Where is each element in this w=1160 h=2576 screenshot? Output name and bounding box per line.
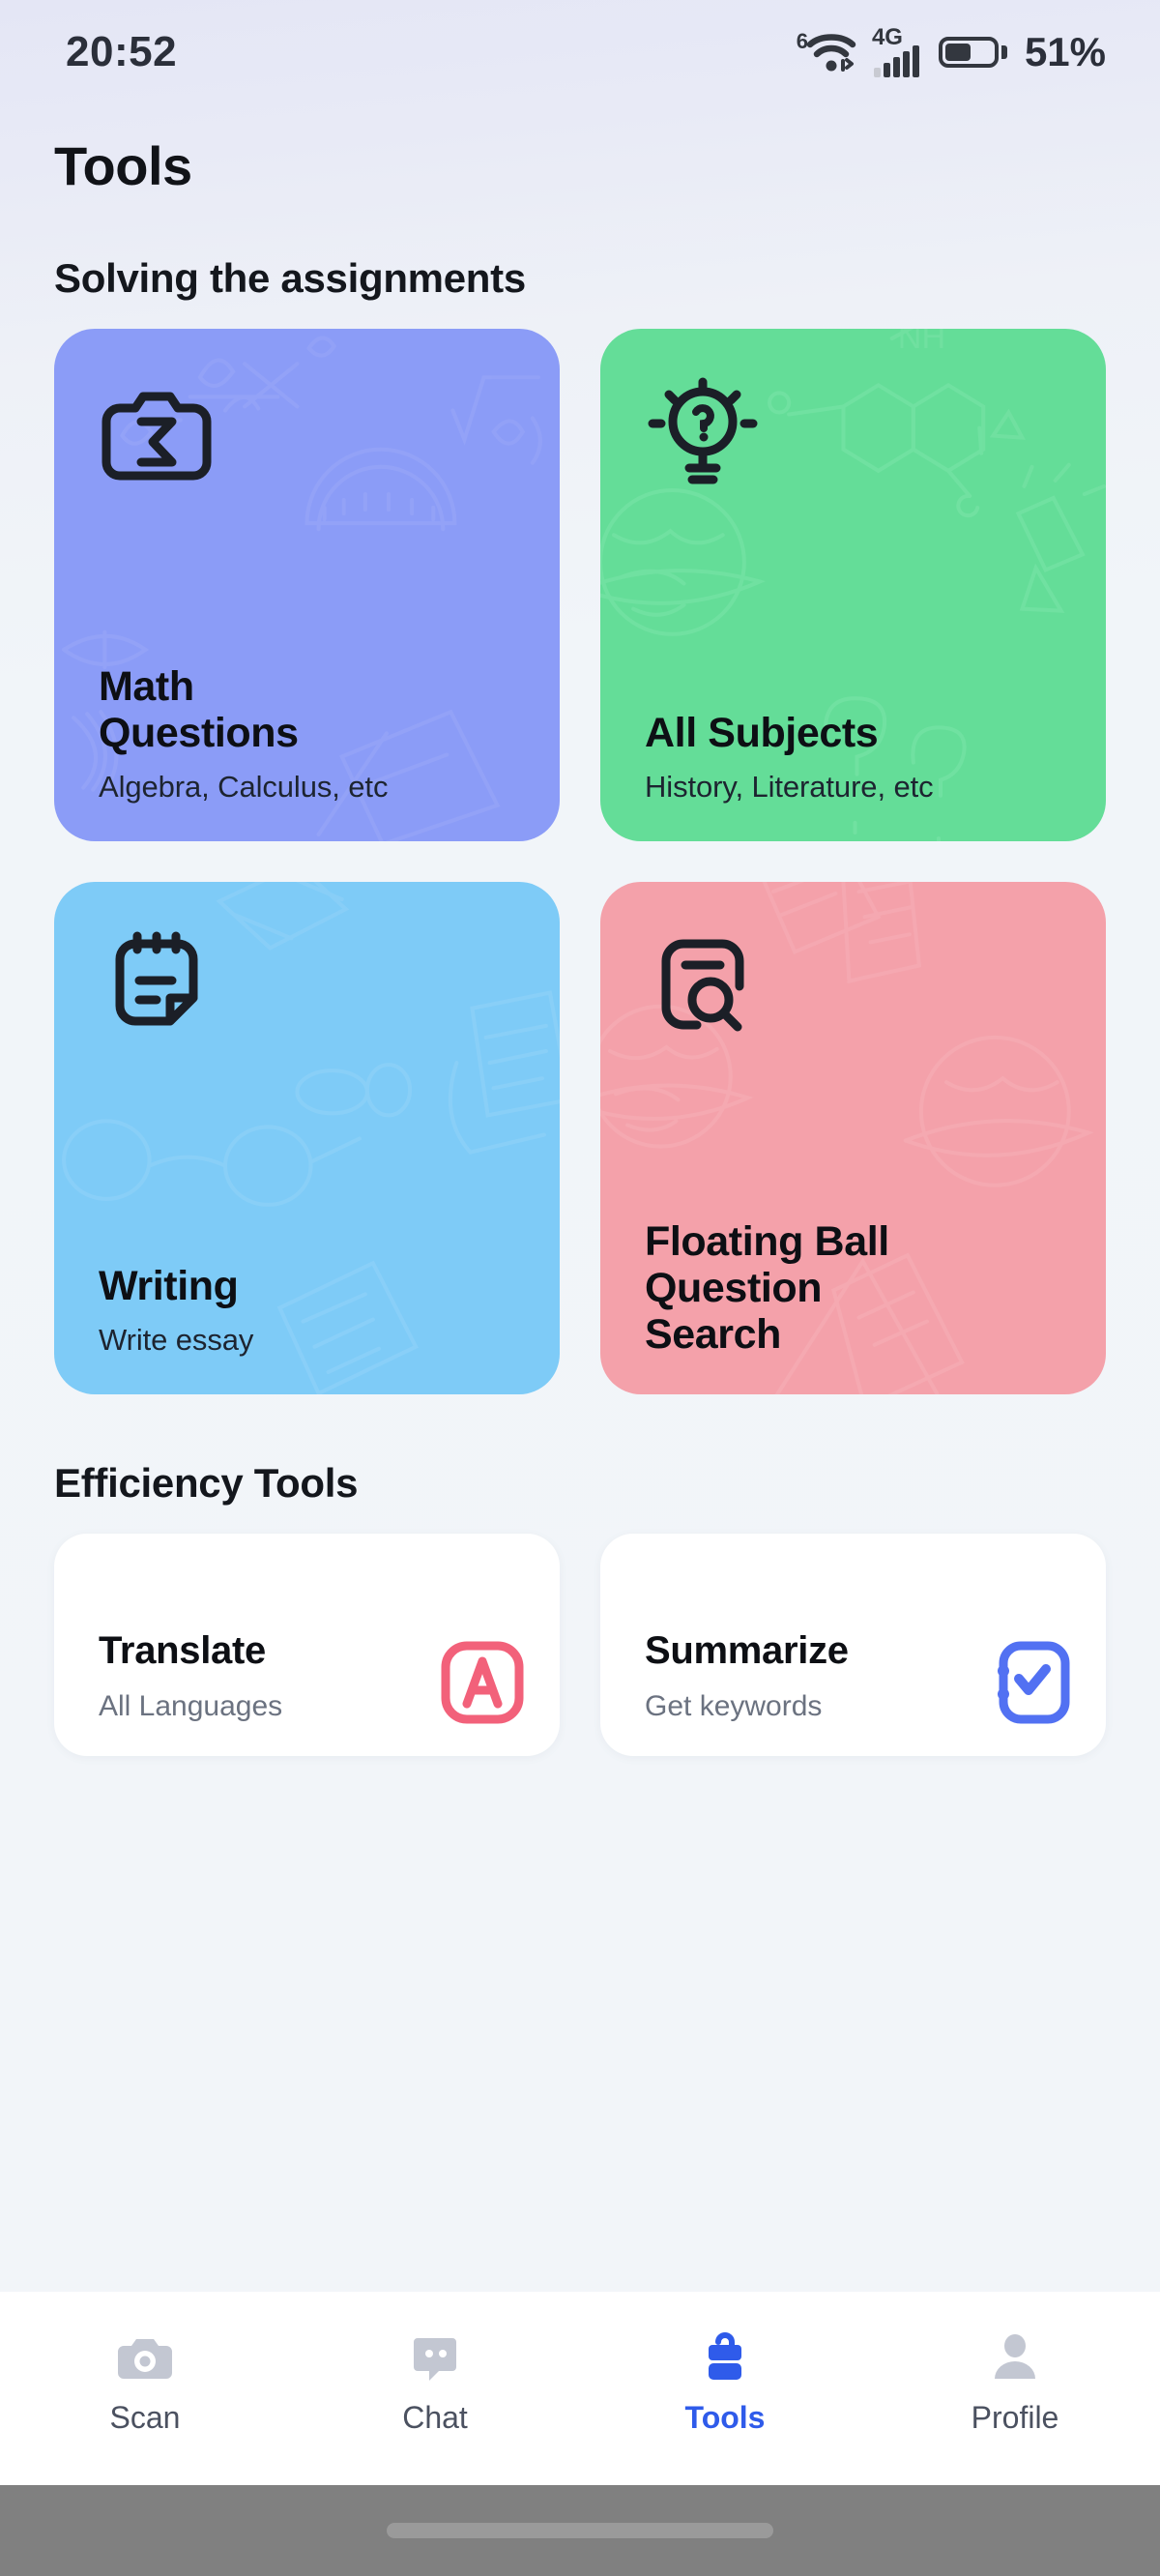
page-title: Tools <box>54 134 192 196</box>
efficiency-card-subtitle: All Languages <box>99 1690 283 1722</box>
tool-card-math-questions[interactable]: Math Questions Algebra, Calculus, etc <box>54 329 560 841</box>
tool-card-all-subjects[interactable]: NH All Subjects History, Literature, etc <box>600 329 1106 841</box>
main-content: Solving the assignments Math Questions A… <box>0 220 1160 2292</box>
signal-bars-icon: 4G <box>872 24 919 77</box>
wifi-icon: 6 <box>797 29 858 75</box>
tool-card-title: All Subjects <box>645 709 879 756</box>
efficiency-card-text-block: Summarize Get keywords <box>645 1566 849 1727</box>
nav-item-label: Chat <box>402 2400 468 2435</box>
efficiency-card-translate[interactable]: Translate All Languages <box>54 1534 560 1756</box>
status-bar-icons: 6 4G 51% <box>797 24 1106 77</box>
status-bar: 20:52 6 4G 51% <box>0 0 1160 104</box>
tool-card-title: Writing <box>99 1262 239 1309</box>
tool-card-text-block: Writing Write essay <box>99 1263 521 1358</box>
network-type-label: 4G <box>871 23 903 50</box>
tool-card-title: Floating Ball Question Search <box>645 1217 889 1358</box>
document-search-icon <box>645 926 761 1042</box>
efficiency-card-grid: Translate All Languages Summarize Get ke… <box>54 1534 1106 1756</box>
tool-card-text-block: Math Questions Algebra, Calculus, etc <box>99 663 521 805</box>
nav-item-label: Profile <box>971 2400 1059 2435</box>
camera-sigma-icon <box>99 373 215 489</box>
gesture-handle[interactable] <box>387 2523 773 2538</box>
tool-card-writing[interactable]: Writing Write essay <box>54 882 560 1394</box>
tool-card-subtitle: Write essay <box>99 1323 254 1357</box>
app-screen: 20:52 6 4G 51% Tools Solving the assignm… <box>0 0 1160 2576</box>
bottom-navigation-bar: Scan Chat Tools Profile <box>0 2292 1160 2485</box>
svg-text:NH: NH <box>898 329 945 356</box>
efficiency-card-title: Summarize <box>645 1629 849 1672</box>
chat-bubble-icon <box>406 2328 464 2386</box>
efficiency-card-summarize[interactable]: Summarize Get keywords <box>600 1534 1106 1756</box>
person-icon <box>986 2328 1044 2386</box>
camera-icon <box>116 2328 174 2386</box>
notepad-icon <box>99 926 215 1042</box>
battery-icon <box>938 37 1007 68</box>
tool-card-text-block: All Subjects History, Literature, etc <box>645 710 1067 805</box>
status-bar-clock: 20:52 <box>66 28 178 75</box>
nav-item-profile[interactable]: Profile <box>918 2328 1112 2436</box>
tool-card-subtitle: Algebra, Calculus, etc <box>99 770 389 804</box>
efficiency-card-subtitle: Get keywords <box>645 1690 823 1722</box>
letter-a-box-icon <box>438 1638 527 1727</box>
lightbulb-question-icon <box>645 373 761 489</box>
toolbox-icon <box>696 2328 754 2386</box>
nav-item-label: Tools <box>684 2400 766 2435</box>
efficiency-card-text-block: Translate All Languages <box>99 1566 282 1727</box>
nav-item-scan[interactable]: Scan <box>48 2328 242 2436</box>
tool-card-floating-ball-question-search[interactable]: Floating Ball Question Search <box>600 882 1106 1394</box>
notebook-check-icon <box>984 1638 1073 1727</box>
section-title-solving: Solving the assignments <box>54 255 526 301</box>
tool-card-text-block: Floating Ball Question Search <box>645 1218 1067 1358</box>
page-header: Tools <box>0 104 1160 220</box>
nav-item-tools[interactable]: Tools <box>628 2328 822 2436</box>
tool-card-subtitle: History, Literature, etc <box>645 770 934 804</box>
system-gesture-bar <box>0 2485 1160 2576</box>
nav-item-chat[interactable]: Chat <box>338 2328 532 2436</box>
tool-card-title: Math Questions <box>99 662 299 756</box>
nav-item-label: Scan <box>109 2400 181 2435</box>
tool-card-grid: Math Questions Algebra, Calculus, etc NH <box>54 329 1106 1394</box>
battery-percent-label: 51% <box>1024 29 1106 74</box>
efficiency-card-title: Translate <box>99 1629 266 1672</box>
section-title-efficiency: Efficiency Tools <box>54 1460 359 1506</box>
